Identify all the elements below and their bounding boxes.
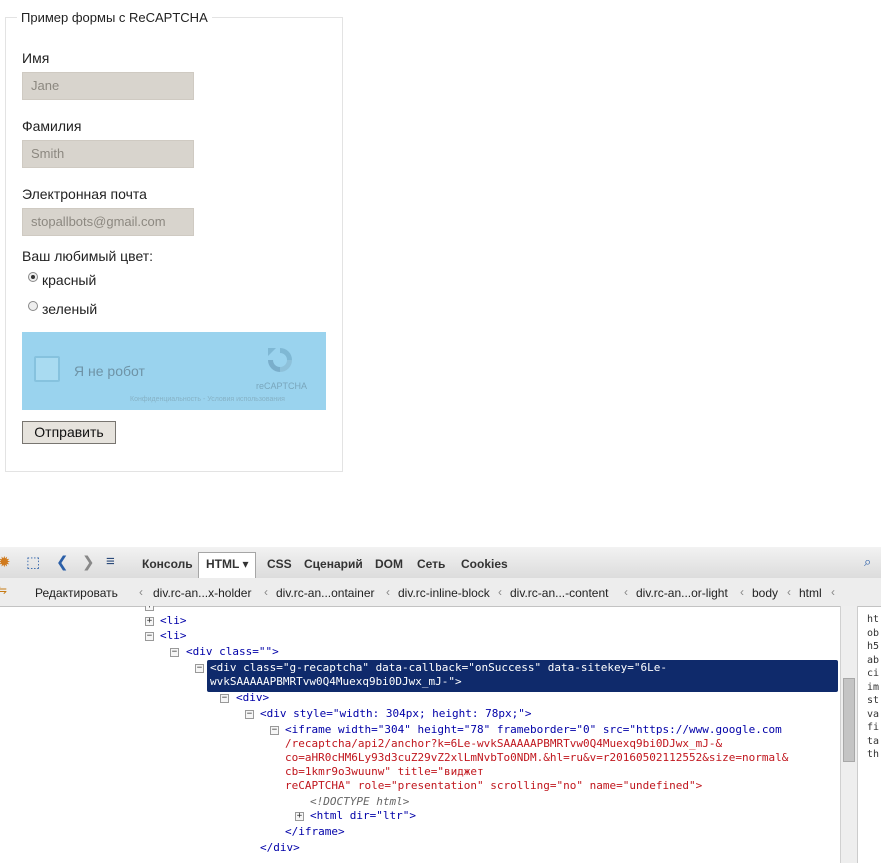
- expand-toggle-icon[interactable]: +: [295, 812, 304, 821]
- breadcrumb-item[interactable]: div.rc-an...or-light: [636, 586, 728, 600]
- side-panel-line: ob: [867, 627, 880, 639]
- code-line[interactable]: <li>: [160, 629, 187, 643]
- breadcrumb-item[interactable]: div.rc-an...x-holder: [153, 586, 251, 600]
- html-tree-scrollbar[interactable]: [840, 606, 857, 863]
- email-input[interactable]: stopallbots@gmail.com: [22, 208, 194, 236]
- html-tree: + + <li> − <li> − <div class=""> − <div …: [0, 606, 840, 863]
- collapse-toggle-icon[interactable]: −: [145, 632, 154, 641]
- side-panel-line: ci: [867, 668, 880, 679]
- radio-red-button[interactable]: [28, 272, 38, 282]
- recaptcha-privacy-links[interactable]: Конфиденциальность - Условия использован…: [130, 396, 285, 403]
- side-panel: ht ob h5 ab ci im st va fi ta th: [857, 606, 881, 863]
- side-panel-line: th: [867, 749, 880, 760]
- tab-html[interactable]: HTML ▾: [198, 552, 257, 578]
- edit-icon[interactable]: ⇋: [0, 583, 7, 597]
- expand-toggle-icon[interactable]: +: [145, 617, 154, 626]
- breadcrumb-separator-icon: ‹: [139, 585, 143, 599]
- command-line-icon[interactable]: ≡: [106, 553, 115, 570]
- scrollbar-thumb[interactable]: [843, 678, 855, 762]
- side-panel-line: h5: [867, 641, 880, 652]
- code-line[interactable]: <iframe width="304" height="78" framebor…: [285, 723, 782, 737]
- tab-script[interactable]: Сценарий: [304, 557, 363, 571]
- last-name-input[interactable]: Smith: [22, 140, 194, 168]
- tab-css[interactable]: CSS: [267, 557, 292, 571]
- radio-green-label: зеленый: [42, 301, 98, 317]
- form-legend: Пример формы с ReCAPTCHA: [17, 10, 212, 25]
- search-icon[interactable]: ⌕: [864, 554, 871, 570]
- expand-toggle-icon[interactable]: +: [145, 606, 154, 611]
- recaptcha-checkbox-label: Я не робот: [74, 363, 145, 379]
- tab-dom[interactable]: DOM: [375, 557, 403, 571]
- code-line[interactable]: </iframe>: [285, 825, 345, 839]
- breadcrumb-item[interactable]: body: [752, 586, 778, 600]
- code-line[interactable]: </div>: [260, 841, 300, 855]
- recaptcha-widget: Я не робот reCAPTCHA Конфиденциальность …: [22, 332, 326, 410]
- firebug-icon[interactable]: ✹: [0, 553, 11, 571]
- side-panel-line: ab: [867, 654, 880, 666]
- breadcrumb-separator-icon: ‹: [264, 585, 268, 599]
- code-line[interactable]: <div>: [236, 691, 269, 705]
- breadcrumb: ⇋ Редактировать ‹ div.rc-an...x-holder ‹…: [0, 578, 881, 607]
- last-name-label: Фамилия: [22, 118, 82, 134]
- breadcrumb-separator-icon: ‹: [624, 585, 628, 599]
- recaptcha-checkbox[interactable]: [34, 356, 60, 382]
- edit-button[interactable]: Редактировать: [35, 586, 118, 600]
- breadcrumb-separator-icon: ‹: [386, 585, 390, 599]
- code-line[interactable]: <div class="">: [186, 645, 279, 659]
- recaptcha-brand: reCAPTCHA: [256, 381, 308, 391]
- breadcrumb-separator-icon: ‹: [498, 585, 502, 599]
- code-line[interactable]: <li>: [160, 614, 187, 628]
- side-panel-line: ta: [867, 735, 880, 747]
- breadcrumb-separator-icon: ‹: [831, 585, 835, 599]
- code-line[interactable]: <!DOCTYPE html>: [310, 795, 409, 809]
- breadcrumb-item[interactable]: div.rc-inline-block: [398, 586, 490, 600]
- breadcrumb-separator-icon: ‹: [787, 585, 791, 599]
- code-line[interactable]: <div style="width: 304px; height: 78px;"…: [260, 707, 532, 721]
- radio-green[interactable]: зеленый: [28, 301, 97, 317]
- radio-red[interactable]: красный: [28, 272, 96, 288]
- side-panel-line: fi: [867, 722, 880, 733]
- code-line[interactable]: cb=1kmr9o3wuunw" title="виджет: [285, 765, 484, 779]
- breadcrumb-item[interactable]: div.rc-an...-content: [510, 586, 608, 600]
- collapse-toggle-icon[interactable]: −: [270, 726, 279, 735]
- code-line[interactable]: co=aHR0cHM6Ly93d3cuZ29vZ2xlLmNvbTo0NDM.&…: [285, 751, 788, 765]
- submit-button[interactable]: Отправить: [22, 421, 116, 444]
- first-name-input[interactable]: Jane: [22, 72, 194, 100]
- radio-green-button[interactable]: [28, 301, 38, 311]
- code-line[interactable]: /recaptcha/api2/anchor?k=6Le-wvkSAAAAAPB…: [285, 737, 722, 751]
- side-panel-line: st: [867, 695, 880, 706]
- collapse-toggle-icon[interactable]: −: [245, 710, 254, 719]
- first-name-label: Имя: [22, 50, 50, 66]
- collapse-toggle-icon[interactable]: −: [220, 694, 229, 703]
- devtools-panel: ✹ ⬚ ❮ ❯ ≡ Консоль HTML ▾ CSS Сценарий DO…: [0, 547, 881, 863]
- breadcrumb-separator-icon: ‹: [740, 585, 744, 599]
- side-panel-line: va: [867, 708, 880, 720]
- breadcrumb-item[interactable]: div.rc-an...ontainer: [276, 586, 375, 600]
- devtools-toolbar: ✹ ⬚ ❮ ❯ ≡ Консоль HTML ▾ CSS Сценарий DO…: [0, 547, 881, 579]
- tab-network[interactable]: Сеть: [417, 557, 445, 571]
- inspect-icon[interactable]: ⬚: [26, 553, 40, 571]
- code-line[interactable]: reCAPTCHA" role="presentation" scrolling…: [285, 779, 702, 793]
- code-line-selected[interactable]: <div class="g-recaptcha" data-callback="…: [210, 661, 667, 675]
- collapse-toggle-icon[interactable]: −: [170, 648, 179, 657]
- side-panel-line: im: [867, 681, 880, 693]
- tab-console[interactable]: Консоль: [142, 557, 193, 571]
- side-panel-line: ht: [867, 614, 880, 625]
- radio-red-label: красный: [42, 272, 97, 288]
- code-line[interactable]: <html dir="ltr">: [310, 809, 416, 823]
- breadcrumb-item[interactable]: html: [799, 586, 822, 600]
- collapse-toggle-icon[interactable]: −: [195, 664, 204, 673]
- code-line-selected[interactable]: wvkSAAAAAPBMRTvw0Q4Muexq9bi0DJwx_mJ-">: [210, 675, 462, 689]
- forward-icon[interactable]: ❯: [82, 553, 95, 571]
- email-label: Электронная почта: [22, 186, 147, 202]
- back-icon[interactable]: ❮: [56, 553, 69, 571]
- favorite-color-label: Ваш любимый цвет:: [22, 248, 154, 264]
- tab-cookies[interactable]: Cookies: [461, 557, 508, 571]
- recaptcha-logo-icon: [268, 348, 292, 372]
